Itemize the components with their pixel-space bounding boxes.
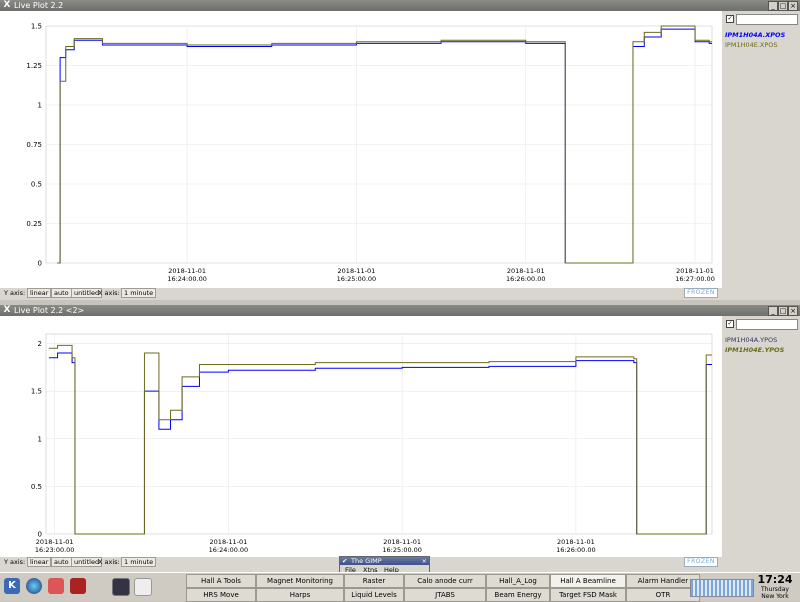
x-tick-date: 2018-11-01 bbox=[676, 267, 714, 275]
status-bar: Y axis: linear auto untitled X axis: 1 m… bbox=[0, 288, 722, 299]
window-title: Live Plot 2.2 bbox=[14, 1, 64, 10]
window-title: Live Plot 2.2 <2> bbox=[14, 306, 85, 315]
terminal-icon[interactable] bbox=[112, 578, 130, 596]
clock-day: Thursday bbox=[761, 586, 789, 593]
x-app-icon: X bbox=[3, 305, 11, 315]
live-plot-window-2: X Live Plot 2.2 <2> _ □ × 2 1.5 1 0.5 0 2018-… bbox=[0, 305, 800, 572]
close-button[interactable]: × bbox=[788, 306, 798, 316]
x-tick-time: 16:26:00.00 bbox=[506, 275, 546, 283]
close-button[interactable]: × bbox=[788, 1, 798, 11]
legend-item-ipm1h04e-ypos[interactable]: IPM1H04E.YPOS bbox=[725, 346, 784, 354]
y-tick-label: 0.75 bbox=[26, 141, 42, 149]
taskbar-button-hall-a-log[interactable]: Hall_A_Log bbox=[486, 574, 550, 588]
legend-filter-input[interactable] bbox=[736, 14, 798, 25]
y-tick-label: 0.5 bbox=[31, 483, 42, 491]
x-tick-date: 2018-11-01 bbox=[210, 538, 248, 546]
system-tray-meter bbox=[690, 579, 754, 597]
y-axis-label: Y axis: bbox=[4, 289, 26, 297]
y-tick-label: 0.25 bbox=[26, 220, 42, 228]
minimize-button[interactable]: _ bbox=[768, 1, 778, 11]
x-tick-time: 16:24:00.00 bbox=[167, 275, 207, 283]
legend-panel: ✓ IPM1H04A.YPOS IPM1H04E.YPOS bbox=[722, 316, 800, 572]
window-titlebar[interactable]: X Live Plot 2.2 _ □ × bbox=[0, 0, 800, 11]
x-tick-date: 2018-11-01 bbox=[36, 538, 74, 546]
gimp-titlebar[interactable]: ✔ The GIMP × bbox=[340, 557, 429, 565]
x-axis-label: X axis: bbox=[98, 558, 120, 566]
gimp-icon: ✔ bbox=[342, 557, 348, 565]
legend-panel: ✓ IPM1H04A.XPOS IPM1H04E.XPOS bbox=[722, 11, 800, 300]
y-tick-label: 0.5 bbox=[31, 181, 42, 189]
legend-checkbox[interactable]: ✓ bbox=[726, 15, 734, 23]
y-range-field[interactable]: auto bbox=[51, 288, 72, 298]
taskbar-button-hall-a-beamline[interactable]: Hall A Beamline bbox=[550, 574, 626, 588]
y-tick-label: 1 bbox=[38, 435, 42, 443]
y-tick-label: 1.25 bbox=[26, 62, 42, 70]
y-tick-label: 0 bbox=[38, 260, 42, 268]
ypos-chart: 21.510.502018-11-0116:23:00.002018-11-01… bbox=[31, 333, 713, 554]
x-span-field[interactable]: 1 minute bbox=[121, 288, 157, 298]
x-axis-label: X axis: bbox=[98, 289, 120, 297]
y-axis-label: Y axis: bbox=[4, 558, 26, 566]
gimp-title: The GIMP bbox=[351, 557, 382, 565]
y-range-field[interactable]: auto bbox=[51, 557, 72, 567]
x-tick-time: 16:25:00.00 bbox=[382, 546, 422, 554]
konqueror-icon[interactable] bbox=[70, 578, 86, 594]
legend-item-ipm1h04a-xpos[interactable]: IPM1H04A.XPOS bbox=[725, 31, 785, 39]
clock[interactable]: 17:24 Thursday New York bbox=[753, 573, 797, 601]
legend-filter-input[interactable] bbox=[736, 319, 798, 330]
home-icon[interactable] bbox=[48, 578, 64, 594]
taskbar-button-alarm-handler[interactable]: Alarm Handler bbox=[626, 574, 700, 588]
clock-location: New York bbox=[761, 593, 789, 600]
x-tick-time: 16:23:00.00 bbox=[35, 546, 75, 554]
frozen-indicator[interactable]: FROZEN bbox=[684, 557, 718, 567]
kde-menu-icon[interactable]: K bbox=[4, 578, 20, 594]
plot-area[interactable]: 2 1.5 1 0.5 0 2018-11-01 16:23:00.00 2018-11-01… bbox=[0, 316, 722, 561]
live-plot-window-1: X Live Plot 2.2 _ □ × 1.5 1.25 1 0.75 0.5 0.2… bbox=[0, 0, 800, 300]
x-tick-date: 2018-11-01 bbox=[338, 267, 376, 275]
x-tick-date: 2018-11-01 bbox=[168, 267, 206, 275]
plot-frame bbox=[45, 333, 713, 535]
legend-checkbox[interactable]: ✓ bbox=[726, 320, 734, 328]
x-tick-time: 16:26:00.00 bbox=[556, 546, 596, 554]
plot-area[interactable]: 1.5 1.25 1 0.75 0.5 0.25 0 2018-11-01 16:24:00.0… bbox=[0, 11, 722, 288]
maximize-button[interactable]: □ bbox=[778, 1, 788, 11]
x-tick-date: 2018-11-01 bbox=[383, 538, 421, 546]
legend-item-ipm1h04e-xpos[interactable]: IPM1H04E.XPOS bbox=[725, 41, 778, 49]
xpos-chart: 1.51.2510.750.50.2502018-11-0116:24:00.0… bbox=[26, 23, 715, 284]
x-app-icon: X bbox=[3, 0, 11, 10]
y-tick-label: 1.5 bbox=[31, 388, 42, 396]
globe-icon[interactable] bbox=[26, 578, 42, 594]
x-tick-date: 2018-11-01 bbox=[507, 267, 545, 275]
gimp-close-icon[interactable]: × bbox=[422, 557, 427, 565]
x-tick-time: 16:27:00.00 bbox=[675, 275, 715, 283]
clock-time: 17:24 bbox=[757, 573, 793, 586]
y-scale-field[interactable]: linear bbox=[27, 288, 52, 298]
y-tick-label: 1 bbox=[38, 102, 42, 110]
taskbar-button-calo-anode-curr[interactable]: Calo anode curr bbox=[404, 574, 486, 588]
window-titlebar[interactable]: X Live Plot 2.2 <2> _ □ × bbox=[0, 305, 800, 316]
taskbar-button-magnet-monitoring[interactable]: Magnet Monitoring bbox=[256, 574, 344, 588]
editor-icon[interactable] bbox=[134, 578, 152, 596]
minimize-button[interactable]: _ bbox=[768, 306, 778, 316]
maximize-button[interactable]: □ bbox=[778, 306, 788, 316]
legend-item-ipm1h04a-ypos[interactable]: IPM1H04A.YPOS bbox=[725, 336, 777, 344]
taskbar-button-hall-a-tools[interactable]: Hall A Tools bbox=[186, 574, 256, 588]
x-span-field[interactable]: 1 minute bbox=[121, 557, 157, 567]
taskbar: K Hall A Tools Magnet Monitoring Raster Cal… bbox=[0, 572, 800, 602]
x-tick-date: 2018-11-01 bbox=[557, 538, 595, 546]
y-tick-label: 2 bbox=[38, 340, 42, 348]
y-tick-label: 1.5 bbox=[31, 23, 42, 31]
y-scale-field[interactable]: linear bbox=[27, 557, 52, 567]
frozen-indicator[interactable]: FROZEN bbox=[684, 288, 718, 298]
x-tick-time: 16:24:00.00 bbox=[209, 546, 249, 554]
x-tick-time: 16:25:00.00 bbox=[337, 275, 377, 283]
taskbar-button-raster[interactable]: Raster bbox=[344, 574, 404, 588]
